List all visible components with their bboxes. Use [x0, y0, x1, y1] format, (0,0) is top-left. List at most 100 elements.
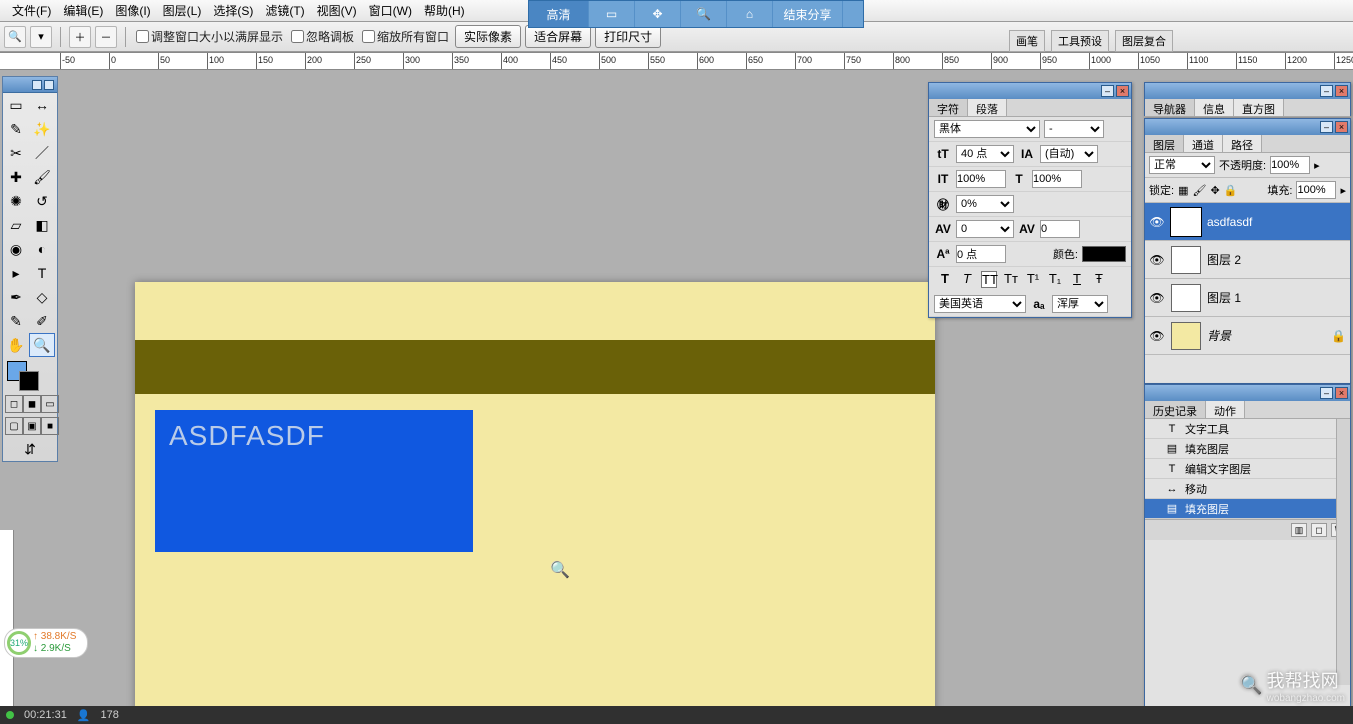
lock-paint-icon[interactable]: 🖌	[1192, 184, 1206, 197]
eyedropper-tool[interactable]: ✐	[29, 309, 55, 333]
hand-tool[interactable]: ✋	[3, 333, 29, 357]
zoom-out-icon[interactable]: －	[95, 26, 117, 48]
vscale-input[interactable]	[956, 170, 1006, 188]
blend-mode-select[interactable]: 正常	[1149, 156, 1215, 174]
close-icon[interactable]: ×	[1335, 85, 1348, 97]
quickmask-mode-icon[interactable]: ◼	[23, 395, 41, 413]
tool-preset-icon[interactable]: 🔍	[4, 26, 26, 48]
zoom-all-checkbox[interactable]: 缩放所有窗口	[360, 28, 451, 45]
jump-to-imageready-icon[interactable]: ⇵	[3, 437, 57, 461]
lock-all-icon[interactable]: 🔒	[1224, 184, 1238, 197]
standard-mode-icon[interactable]: ◻	[5, 395, 23, 413]
menu-layer[interactable]: 图层(L)	[157, 0, 208, 21]
background-color[interactable]	[19, 371, 39, 391]
subscript-button[interactable]: T₁	[1047, 271, 1063, 288]
baseline-pct-select[interactable]: 0%	[956, 195, 1014, 213]
tab-channels[interactable]: 通道	[1184, 135, 1223, 152]
strike-button[interactable]: Ŧ	[1091, 271, 1107, 288]
marquee-tool[interactable]: ▭	[3, 93, 29, 117]
minimize-icon[interactable]	[32, 80, 42, 90]
tool-presets-panel-tab[interactable]: 工具预设	[1051, 30, 1109, 52]
layer-comps-panel-tab[interactable]: 图层复合	[1115, 30, 1173, 52]
hscale-input[interactable]	[1032, 170, 1082, 188]
zoom-tool[interactable]: 🔍	[29, 333, 55, 357]
history-item[interactable]: T编辑文字图层	[1145, 459, 1350, 479]
text-color-swatch[interactable]	[1082, 246, 1126, 262]
lock-trans-icon[interactable]: ▦	[1178, 184, 1188, 197]
baseline-shift-input[interactable]	[956, 245, 1006, 263]
layer-row[interactable]: 👁 图层 1	[1145, 279, 1350, 317]
close-icon[interactable]: ×	[1116, 85, 1129, 97]
layer-row[interactable]: 👁 背景 🔒	[1145, 317, 1350, 355]
history-brush-tool[interactable]: ↺	[29, 189, 55, 213]
tab-navigator[interactable]: 导航器	[1145, 99, 1195, 116]
visibility-icon[interactable]: 👁	[1149, 291, 1165, 305]
lasso-tool[interactable]: ✎	[3, 117, 29, 141]
share-target-icon[interactable]: ✥	[635, 1, 681, 27]
share-home-icon[interactable]: ⌂	[727, 1, 773, 27]
tab-character[interactable]: 字符	[929, 99, 968, 116]
visibility-icon[interactable]: 👁	[1149, 215, 1165, 229]
new-doc-from-state-icon[interactable]: ▥	[1291, 523, 1307, 537]
visibility-icon[interactable]: 👁	[1149, 253, 1165, 267]
menu-file[interactable]: 文件(F)	[6, 0, 57, 21]
brush-panel-tab[interactable]: 画笔	[1009, 30, 1045, 52]
layer-name[interactable]: 背景	[1207, 327, 1231, 344]
minimize-icon[interactable]: –	[1320, 121, 1333, 133]
blur-tool[interactable]: ◉	[3, 237, 29, 261]
layer-row[interactable]: 👁 图层 2	[1145, 241, 1350, 279]
opacity-input[interactable]	[1270, 156, 1310, 174]
history-item[interactable]: T文字工具	[1145, 419, 1350, 439]
share-hd-button[interactable]: 高清	[529, 1, 589, 27]
crop-tool[interactable]: ✂	[3, 141, 29, 165]
stamp-tool[interactable]: ✺	[3, 189, 29, 213]
menu-edit[interactable]: 编辑(E)	[57, 0, 109, 21]
tab-paragraph[interactable]: 段落	[968, 99, 1007, 116]
font-family-select[interactable]: 黑体	[934, 120, 1040, 138]
font-size-select[interactable]: 40 点	[956, 145, 1014, 163]
document-canvas[interactable]: ASDFASDF	[135, 282, 935, 706]
brush-tool[interactable]: 🖌	[29, 165, 55, 189]
move-tool[interactable]: ↔	[29, 93, 55, 117]
new-snapshot-icon[interactable]: ◻	[1311, 523, 1327, 537]
actual-pixels-button[interactable]: 实际像素	[455, 25, 521, 48]
menu-view[interactable]: 视图(V)	[311, 0, 363, 21]
tab-actions[interactable]: 动作	[1206, 401, 1245, 418]
chevron-down-icon[interactable]: ▾	[30, 26, 52, 48]
screen-mode-3-icon[interactable]: ■	[41, 417, 59, 435]
tracking-select[interactable]: 0	[956, 220, 1014, 238]
print-size-button[interactable]: 打印尺寸	[595, 25, 661, 48]
tab-history[interactable]: 历史记录	[1145, 401, 1206, 418]
tab-paths[interactable]: 路径	[1223, 135, 1262, 152]
menu-select[interactable]: 选择(S)	[207, 0, 259, 21]
share-select-icon[interactable]: ▭	[589, 1, 635, 27]
share-end-button[interactable]: 结束分享	[773, 1, 843, 27]
scrollbar[interactable]	[1336, 419, 1350, 685]
layer-name[interactable]: 图层 1	[1207, 289, 1241, 306]
underline-button[interactable]: T	[1069, 271, 1085, 288]
fg-bg-colors[interactable]	[3, 357, 57, 393]
fit-screen-button[interactable]: 适合屏幕	[525, 25, 591, 48]
leading-select[interactable]: (自动)	[1040, 145, 1098, 163]
menu-filter[interactable]: 滤镜(T)	[259, 0, 310, 21]
gradient-tool[interactable]: ◧	[29, 213, 55, 237]
font-style-select[interactable]: -	[1044, 120, 1104, 138]
allcaps-button[interactable]: TT	[981, 271, 997, 288]
ignore-palettes-checkbox[interactable]: 忽略调板	[289, 28, 356, 45]
screen-mode-2-icon[interactable]: ▣	[23, 417, 41, 435]
lock-move-icon[interactable]: ✥	[1210, 184, 1219, 197]
character-panel-titlebar[interactable]: – ×	[929, 83, 1131, 99]
shape-tool[interactable]: ◇	[29, 285, 55, 309]
resize-window-checkbox[interactable]: 调整窗口大小以满屏显示	[134, 28, 285, 45]
close-icon[interactable]: ×	[1335, 121, 1348, 133]
screen-mode-1-icon[interactable]: ▢	[5, 417, 23, 435]
smallcaps-button[interactable]: Tᴛ	[1003, 271, 1019, 288]
layer-name[interactable]: asdfasdf	[1207, 215, 1252, 229]
tab-histogram[interactable]: 直方图	[1234, 99, 1284, 116]
superscript-button[interactable]: T¹	[1025, 271, 1041, 288]
minimize-icon[interactable]: –	[1320, 85, 1333, 97]
antialias-select[interactable]: 浑厚	[1052, 295, 1108, 313]
dodge-tool[interactable]: ◐	[29, 237, 55, 261]
layers-titlebar[interactable]: – ×	[1145, 119, 1350, 135]
wand-tool[interactable]: ✨	[29, 117, 55, 141]
